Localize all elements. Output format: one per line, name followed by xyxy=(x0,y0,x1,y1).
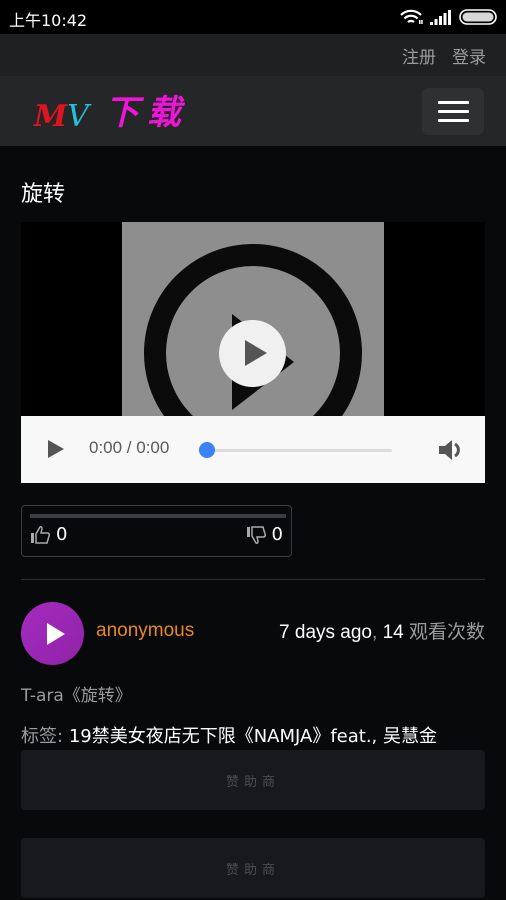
video-meta: 7 days ago, 14 观看次数 xyxy=(279,617,485,644)
battery-icon xyxy=(459,9,497,25)
volume-icon[interactable] xyxy=(437,437,465,463)
top-nav: 注册 登录 xyxy=(0,34,506,76)
seek-thumb[interactable] xyxy=(199,442,215,458)
sponsor-banner[interactable]: 赞助商 xyxy=(21,838,485,898)
author-avatar[interactable] xyxy=(21,602,84,665)
video-poster[interactable] xyxy=(122,222,384,416)
sponsor-label: 赞助商 xyxy=(225,774,280,790)
site-logo[interactable]: M V 下载 xyxy=(34,90,189,134)
play-button[interactable] xyxy=(48,440,64,458)
hamburger-line xyxy=(437,110,469,113)
dislike-button[interactable]: 0 xyxy=(246,524,283,545)
player-controls: 0:00 / 0:00 xyxy=(21,416,485,483)
like-count: 0 xyxy=(56,524,68,545)
view-count: 14 xyxy=(382,622,404,643)
status-bar: 上午10:42 xyxy=(0,0,506,34)
divider xyxy=(21,579,485,580)
vote-ratio-bar xyxy=(30,514,286,518)
thumbs-down-icon xyxy=(246,525,266,544)
hamburger-menu-button[interactable] xyxy=(422,88,484,135)
navbar: M V 下载 xyxy=(0,76,506,146)
author-name[interactable]: anonymous xyxy=(96,620,194,642)
login-link[interactable]: 登录 xyxy=(452,43,486,68)
hamburger-line xyxy=(437,119,469,122)
dislike-count: 0 xyxy=(271,524,283,545)
video-tags: 标签: 19禁美女夜店无下限《NAMJA》feat., 吴慧金 xyxy=(21,722,437,748)
status-time: 上午10:42 xyxy=(9,11,88,30)
play-overlay-button[interactable] xyxy=(219,320,286,387)
logo-letter-m: M xyxy=(34,99,68,134)
tags-label: 标签: xyxy=(21,726,64,747)
sponsor-label: 赞助商 xyxy=(225,862,280,878)
meta-separator: , xyxy=(372,622,378,643)
video-player[interactable]: 0:00 / 0:00 xyxy=(21,222,485,483)
posted-time: 7 days ago xyxy=(279,622,372,643)
status-icons xyxy=(399,9,497,25)
logo-chinese: 下载 xyxy=(104,93,189,133)
seek-bar[interactable] xyxy=(208,449,392,452)
wifi-icon xyxy=(400,9,423,24)
like-button[interactable]: 0 xyxy=(30,524,67,545)
tags-value[interactable]: 19禁美女夜店无下限《NAMJA》feat., 吴慧金 xyxy=(69,726,437,747)
video-title: 旋转 xyxy=(21,182,66,207)
time-display: 0:00 / 0:00 xyxy=(89,438,170,457)
thumbs-up-icon xyxy=(31,525,51,544)
vote-box: 0 0 xyxy=(21,505,292,557)
hamburger-menu-icon xyxy=(437,101,469,104)
signal-icon xyxy=(430,9,451,25)
video-description: T-ara《旋转》 xyxy=(21,686,132,706)
sponsor-banner[interactable]: 赞助商 xyxy=(21,750,485,810)
register-link[interactable]: 注册 xyxy=(402,43,436,68)
logo-letter-v: V xyxy=(67,99,89,134)
view-count-unit: 观看次数 xyxy=(408,622,485,643)
